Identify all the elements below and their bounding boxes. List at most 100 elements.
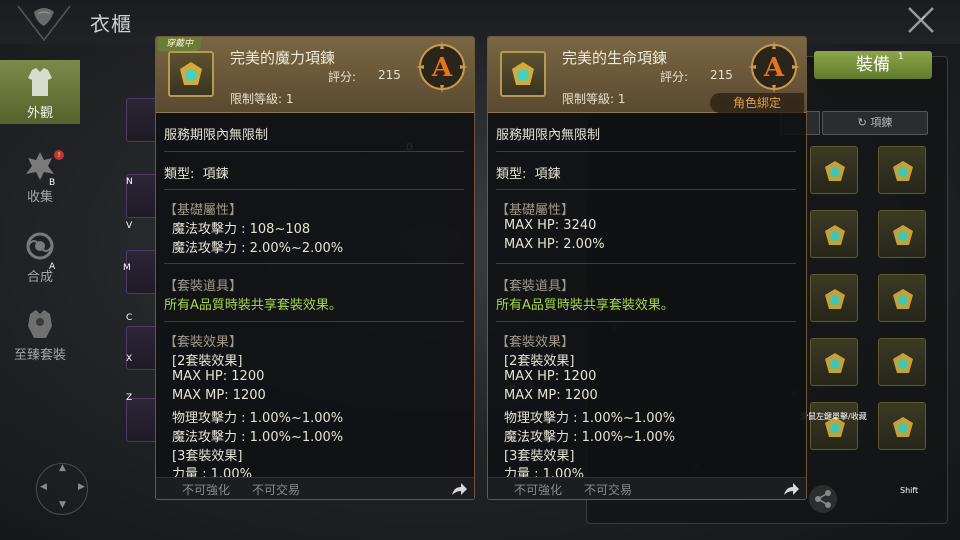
inventory-slot[interactable] bbox=[810, 210, 858, 258]
inventory-slot[interactable] bbox=[810, 146, 858, 194]
set2-stat: 物理攻擊力 : 1.00%~1.00% bbox=[172, 411, 344, 426]
not-enhanceable-label: 不可強化 bbox=[514, 483, 563, 497]
inventory-slot[interactable] bbox=[878, 210, 926, 258]
type-value: 項鍊 bbox=[202, 167, 229, 182]
not-tradable-label: 不可交易 bbox=[252, 483, 301, 497]
crossed-swords-close-icon[interactable] bbox=[906, 5, 936, 35]
divider bbox=[496, 189, 796, 190]
card-header: 穿戴中 完美的魔力項鍊 評分: 215 限制等級: 1 A bbox=[156, 37, 474, 113]
dragon-logo-icon bbox=[17, 5, 71, 42]
set-item-title: 【套裝道具】 bbox=[164, 279, 243, 294]
arrow-up-icon: ▲ bbox=[59, 463, 66, 473]
equipped-tag: 穿戴中 bbox=[158, 37, 202, 51]
sidebar-item-collection[interactable]: 收集 bbox=[0, 144, 80, 208]
top-bar bbox=[0, 0, 960, 44]
sidebar-item-synthesis[interactable]: 合成 bbox=[0, 224, 80, 288]
score-label: 評分: bbox=[328, 70, 357, 84]
necklace-icon bbox=[893, 353, 913, 373]
set2-stat: MAX MP: 1200 bbox=[172, 388, 266, 403]
key-hint: M bbox=[123, 263, 131, 273]
sidebar-item-supreme-set[interactable]: 至臻套裝 bbox=[0, 302, 80, 366]
divider bbox=[164, 151, 464, 152]
divider bbox=[496, 151, 796, 152]
necklace-icon bbox=[512, 62, 534, 85]
key-hint: X bbox=[126, 354, 133, 364]
set2-stat: MAX HP: 1200 bbox=[172, 369, 265, 384]
divider bbox=[164, 263, 464, 264]
set2-title: [2套裝效果] bbox=[504, 354, 575, 369]
sidebar-item-label: 收集 bbox=[26, 190, 53, 205]
filter-tab-necklace[interactable]: ↻ 項鍊 bbox=[822, 111, 928, 135]
set2-stat: 物理攻擊力 : 1.00%~1.00% bbox=[504, 411, 676, 426]
base-stats-title: 【基礎屬性】 bbox=[164, 203, 243, 218]
set2-stat: MAX MP: 1200 bbox=[504, 388, 598, 403]
item-tooltip-card: 穿戴中 完美的魔力項鍊 評分: 215 限制等級: 1 A 服務期限內無限制 類… bbox=[155, 36, 475, 500]
sidebar-item-label: 合成 bbox=[26, 270, 53, 285]
necklace-icon bbox=[893, 417, 913, 437]
not-enhanceable-label: 不可強化 bbox=[182, 483, 231, 497]
sidebar-item-label: 至臻套裝 bbox=[13, 348, 66, 363]
necklace-icon bbox=[825, 289, 845, 309]
set-item-title: 【套裝道具】 bbox=[496, 279, 575, 294]
set3-title: [3套裝效果] bbox=[504, 449, 575, 464]
sidebar-item-label: 外觀 bbox=[26, 106, 53, 121]
item-slot bbox=[500, 51, 546, 97]
set3-title: [3套裝效果] bbox=[172, 449, 243, 464]
base-stat: MAX HP: 3240 bbox=[504, 218, 597, 233]
not-tradable-label: 不可交易 bbox=[584, 483, 633, 497]
key-hint: B bbox=[49, 178, 56, 188]
arrow-right-icon: ▶ bbox=[78, 482, 85, 492]
card-header: 完美的生命項鍊 評分: 215 限制等級: 1 A 角色綁定 bbox=[488, 37, 806, 113]
synthesis-icon bbox=[26, 232, 54, 260]
score-value: 215 bbox=[378, 68, 401, 82]
key-hint: A bbox=[49, 262, 56, 272]
key-hint: V bbox=[126, 221, 133, 231]
share-arrow-icon[interactable] bbox=[782, 481, 800, 497]
inventory-slot[interactable] bbox=[878, 146, 926, 194]
type-value: 項鍊 bbox=[534, 167, 561, 182]
base-stats-title: 【基礎屬性】 bbox=[496, 203, 575, 218]
supreme-set-icon bbox=[28, 310, 52, 338]
set2-stat: 魔法攻擊力 : 1.00%~1.00% bbox=[504, 430, 676, 445]
inventory-slot[interactable] bbox=[878, 274, 926, 322]
equip-button[interactable]: 裝備 bbox=[814, 51, 932, 79]
necklace-icon bbox=[893, 161, 913, 181]
item-slot bbox=[168, 51, 214, 97]
type-label: 類型: bbox=[496, 167, 527, 182]
inventory-slot[interactable] bbox=[810, 402, 858, 450]
arrow-left-icon: ◀ bbox=[40, 482, 47, 492]
inventory-slot[interactable] bbox=[878, 402, 926, 450]
share-node-icon[interactable] bbox=[806, 484, 840, 514]
card-footer: 不可強化 不可交易 bbox=[156, 477, 474, 499]
card-body: 服務期限內無限制 類型: 項鍊 【基礎屬性】 MAX HP: 3240 MAX … bbox=[488, 117, 806, 482]
base-stat: MAX HP: 2.00% bbox=[504, 237, 605, 252]
type-label: 類型: bbox=[164, 167, 195, 182]
set2-stat: MAX HP: 1200 bbox=[504, 369, 597, 384]
inventory-slot[interactable] bbox=[810, 274, 858, 322]
score-value: 215 bbox=[710, 68, 733, 82]
inventory-slot[interactable] bbox=[878, 338, 926, 386]
divider bbox=[496, 321, 796, 322]
share-arrow-icon[interactable] bbox=[450, 481, 468, 497]
mouse-hint: 滑鼠左鍵單擊/收藏 bbox=[800, 412, 867, 421]
item-name: 完美的生命項鍊 bbox=[562, 49, 668, 67]
outfit-icon bbox=[28, 68, 52, 96]
inventory-slot[interactable] bbox=[810, 338, 858, 386]
sidebar-item-outfit[interactable]: 外觀 bbox=[0, 60, 80, 124]
divider bbox=[164, 189, 464, 190]
notification-badge: ! bbox=[54, 150, 64, 160]
necklace-icon bbox=[825, 161, 845, 181]
divider bbox=[164, 321, 464, 322]
necklace-icon bbox=[893, 289, 913, 309]
grade-letter: A bbox=[763, 53, 785, 83]
base-stat: 魔法攻擊力 : 108~108 bbox=[172, 222, 311, 237]
set-item-desc: 所有A品質時裝共享套裝效果。 bbox=[164, 298, 342, 313]
score-label: 評分: bbox=[660, 70, 689, 84]
set-item-desc: 所有A品質時裝共享套裝效果。 bbox=[496, 298, 674, 313]
necklace-icon bbox=[825, 225, 845, 245]
shift-hint: Shift bbox=[900, 486, 919, 495]
item-name: 完美的魔力項鍊 bbox=[230, 49, 336, 67]
type-row: 類型: 項鍊 bbox=[496, 163, 561, 182]
necklace-icon bbox=[825, 353, 845, 373]
grade-a-badge-icon: A bbox=[416, 41, 468, 93]
